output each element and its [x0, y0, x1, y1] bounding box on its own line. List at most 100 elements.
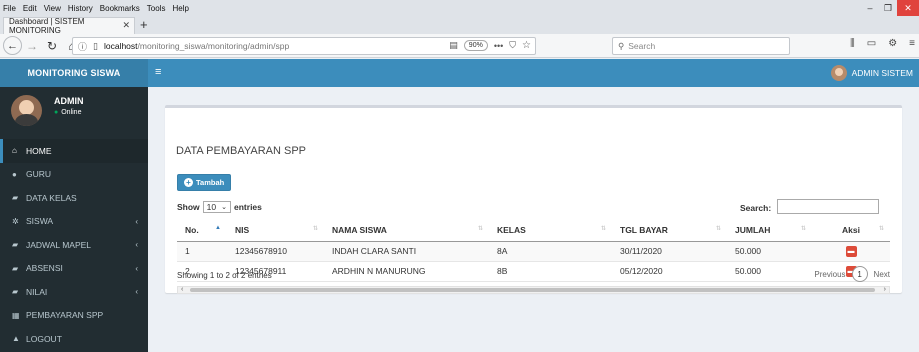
lock-icon: ▲: [12, 334, 20, 344]
next-button[interactable]: Next: [874, 270, 890, 279]
avatar: [11, 95, 42, 126]
scroll-right-icon[interactable]: ›: [884, 286, 886, 293]
page-title: DATA PEMBAYARAN SPP: [176, 145, 306, 157]
sidebar-item-absensi[interactable]: ▰ ABSENSI ‹: [0, 257, 148, 281]
url-path: /monitoring_siswa/monitoring/admin/spp: [137, 41, 290, 51]
col-aksi[interactable]: Aksi ⇅: [812, 219, 890, 242]
close-window-icon[interactable]: ✕: [897, 0, 919, 16]
folder-icon: ▰: [12, 193, 19, 203]
bookmark-star-icon[interactable]: ☆: [522, 40, 531, 51]
pagination: Previous 1 Next: [814, 266, 890, 282]
sidebar-item-label: SISWA: [26, 216, 54, 227]
table-search-input[interactable]: [777, 199, 879, 214]
sidebar-user-name: ADMIN: [54, 96, 84, 106]
sidebar-item-pembayaran-spp[interactable]: ▦ PEMBAYARAN SPP: [0, 304, 148, 328]
user-status: ● Online: [54, 109, 81, 116]
scroll-thumb[interactable]: [190, 288, 875, 292]
page-1-button[interactable]: 1: [851, 266, 868, 282]
new-tab-icon[interactable]: +: [140, 17, 148, 33]
reload-icon[interactable]: ↻: [42, 36, 62, 56]
zoom-level[interactable]: 90%: [463, 40, 488, 51]
sidebar-item-jadwal-mapel[interactable]: ▰ JADWAL MAPEL ‹: [0, 233, 148, 257]
info-icon[interactable]: ⓘ: [78, 40, 87, 53]
back-icon[interactable]: ←: [3, 36, 22, 55]
sidebar: ADMIN ● Online ⌂ HOME ● GURU ▰ DATA KELA…: [0, 87, 148, 352]
sort-icon: ⇅: [715, 226, 721, 232]
col-no[interactable]: No. ▲: [177, 219, 227, 242]
plus-circle-icon: +: [184, 178, 193, 187]
table-header-row: No. ▲ NIS ⇅ NAMA SISWA ⇅ KELAS ⇅ TGL BAYAR ⇅ …: [177, 219, 890, 242]
cell-nama: ARDHIN N MANURUNG: [324, 261, 489, 282]
restore-icon[interactable]: ❐: [879, 0, 897, 16]
sidebar-item-logout[interactable]: ▲ LOGOUT: [0, 327, 148, 351]
sidebar-item-nilai[interactable]: ▰ NILAI ‹: [0, 280, 148, 304]
pocket-icon[interactable]: ⛉: [509, 40, 516, 51]
app-header: MONITORING SISWA ≡ ADMIN SISTEM: [0, 59, 919, 87]
menu-edit[interactable]: Edit: [23, 4, 37, 13]
forward-icon[interactable]: →: [22, 36, 42, 56]
sort-icon: ⇅: [477, 226, 483, 232]
sidebar-item-data-kelas[interactable]: ▰ DATA KELAS: [0, 186, 148, 210]
home-icon: ⌂: [12, 146, 17, 156]
add-button[interactable]: + Tambah: [177, 174, 232, 191]
entries-value: 10: [206, 202, 217, 212]
col-nis[interactable]: NIS ⇅: [227, 219, 324, 242]
sort-icon: ⇅: [878, 226, 884, 232]
library-icon[interactable]: ⫼: [850, 38, 855, 49]
hamburger-menu-icon[interactable]: ≡: [909, 38, 915, 49]
tab-close-icon[interactable]: ✕: [122, 20, 130, 31]
sidebar-toggle-icon[interactable]: ▭: [867, 38, 876, 49]
col-nama-siswa[interactable]: NAMA SISWA ⇅: [324, 219, 489, 242]
browser-search-input[interactable]: ⚲ Search: [612, 37, 790, 55]
menu-history[interactable]: History: [68, 4, 93, 13]
user-icon: ●: [12, 169, 17, 179]
col-label: Aksi: [842, 224, 860, 235]
menu-file[interactable]: File: [3, 4, 16, 13]
col-tgl-bayar[interactable]: TGL BAYAR ⇅: [612, 219, 727, 242]
menu-tools[interactable]: Tools: [147, 4, 166, 13]
delete-button[interactable]: ▬: [845, 246, 857, 257]
minimize-icon[interactable]: –: [861, 0, 879, 16]
menu-help[interactable]: Help: [172, 4, 188, 13]
previous-button[interactable]: Previous: [814, 270, 845, 279]
search-icon: ⚲: [618, 40, 625, 51]
sort-asc-icon: ▲: [215, 225, 221, 231]
table-row: 2 12345678911 ARDHIN N MANURUNG 8B 05/12…: [177, 261, 890, 282]
sidebar-item-siswa[interactable]: ✲ SISWA ‹: [0, 210, 148, 234]
url-bar[interactable]: ⓘ ▯ localhost /monitoring_siswa/monitori…: [72, 37, 536, 55]
col-kelas[interactable]: KELAS ⇅: [489, 219, 612, 242]
cell-tgl: 30/11/2020: [612, 241, 727, 262]
browser-menubar: File Edit View History Bookmarks Tools H…: [0, 0, 919, 16]
col-label: JUMLAH: [735, 224, 771, 235]
browser-tab[interactable]: Dashboard | SISTEM MONITORING ✕: [3, 17, 135, 35]
table-info: Showing 1 to 2 of 2 entries: [177, 271, 272, 280]
scroll-left-icon[interactable]: ‹: [181, 286, 183, 293]
folder-icon: ▰: [12, 263, 19, 273]
cell-kelas: 8B: [489, 261, 612, 282]
chevron-down-icon: ⌄: [221, 204, 228, 211]
user-menu[interactable]: ADMIN SISTEM: [830, 65, 913, 81]
col-jumlah[interactable]: JUMLAH ⇅: [727, 219, 812, 242]
extension-icon[interactable]: ⚙: [888, 38, 897, 49]
table-row: 1 12345678910 INDAH CLARA SANTI 8A 30/11…: [177, 241, 890, 262]
user-status-text: Online: [61, 109, 82, 116]
entries-select[interactable]: 10 ⌄: [202, 201, 232, 213]
url-host: localhost: [103, 41, 138, 51]
col-label: NAMA SISWA: [332, 224, 387, 235]
horizontal-scrollbar[interactable]: ‹ ›: [177, 286, 890, 294]
tab-title: Dashboard | SISTEM MONITORING: [9, 17, 85, 35]
reader-icon[interactable]: ▤: [449, 40, 458, 51]
menu-view[interactable]: View: [44, 4, 61, 13]
sort-icon: ⇅: [600, 226, 606, 232]
sidebar-toggle-button[interactable]: ≡: [155, 66, 161, 78]
show-label: Show: [177, 202, 200, 212]
sidebar-item-guru[interactable]: ● GURU: [0, 163, 148, 187]
col-label: KELAS: [497, 224, 526, 235]
sort-icon: ⇅: [800, 226, 806, 232]
app-logo[interactable]: MONITORING SISWA: [0, 59, 148, 87]
page-icon: ▯: [93, 40, 98, 51]
menu-bookmarks[interactable]: Bookmarks: [100, 4, 140, 13]
sidebar-item-label: JADWAL MAPEL: [26, 239, 92, 250]
sidebar-item-home[interactable]: ⌂ HOME: [0, 139, 148, 163]
more-icon[interactable]: •••: [494, 41, 503, 51]
